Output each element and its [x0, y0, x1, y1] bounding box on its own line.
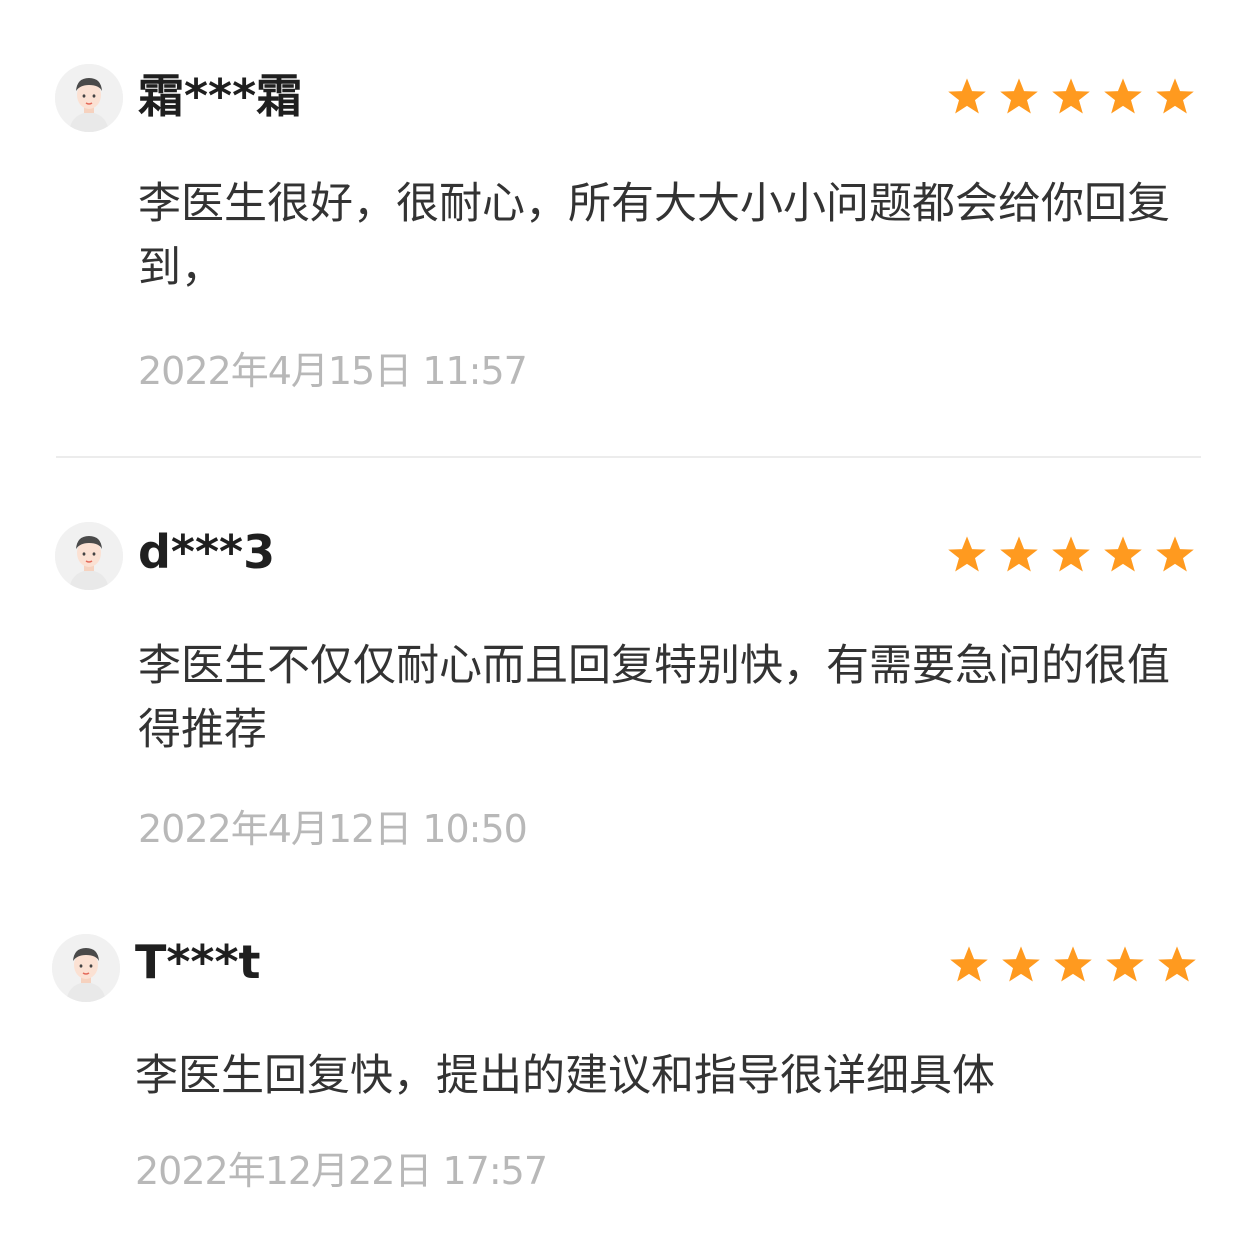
star-icon [998, 535, 1040, 575]
review-time: 2022年4月15日 11:57 [138, 349, 528, 393]
star-icon [1050, 77, 1092, 117]
star-icon [948, 945, 990, 985]
review-time: 2022年4月12日 10:50 [138, 807, 528, 851]
user-avatar-icon[interactable] [52, 934, 120, 1002]
reviewer-name: d***3 [138, 525, 276, 579]
review-content: 李医生不仅仅耐心而且回复特别快，有需要急问的很值得推荐 [138, 641, 1170, 755]
review-time: 2022年12月22日 17:57 [135, 1149, 548, 1193]
star-icon [1000, 945, 1042, 985]
star-icon [1104, 945, 1146, 985]
star-icon [1050, 535, 1092, 575]
reviewer-name: T***t [135, 935, 261, 989]
review-content: 李医生回复快，提出的建议和指导很详细具体 [135, 1051, 995, 1101]
star-icon [946, 77, 988, 117]
star-icon [1102, 535, 1144, 575]
star-icon [1102, 77, 1144, 117]
star-rating [946, 76, 1196, 118]
star-icon [998, 77, 1040, 117]
review-divider [56, 456, 1201, 458]
user-avatar-icon[interactable] [55, 522, 123, 590]
reviewer-name: 霜***霜 [138, 69, 303, 123]
star-icon [946, 535, 988, 575]
star-icon [1156, 945, 1198, 985]
star-rating [946, 534, 1196, 576]
star-icon [1154, 77, 1196, 117]
review-content: 李医生很好，很耐心，所有大大小小问题都会给你回复到， [138, 179, 1170, 293]
star-rating [948, 944, 1198, 986]
user-avatar-icon[interactable] [55, 64, 123, 132]
star-icon [1154, 535, 1196, 575]
star-icon [1052, 945, 1094, 985]
